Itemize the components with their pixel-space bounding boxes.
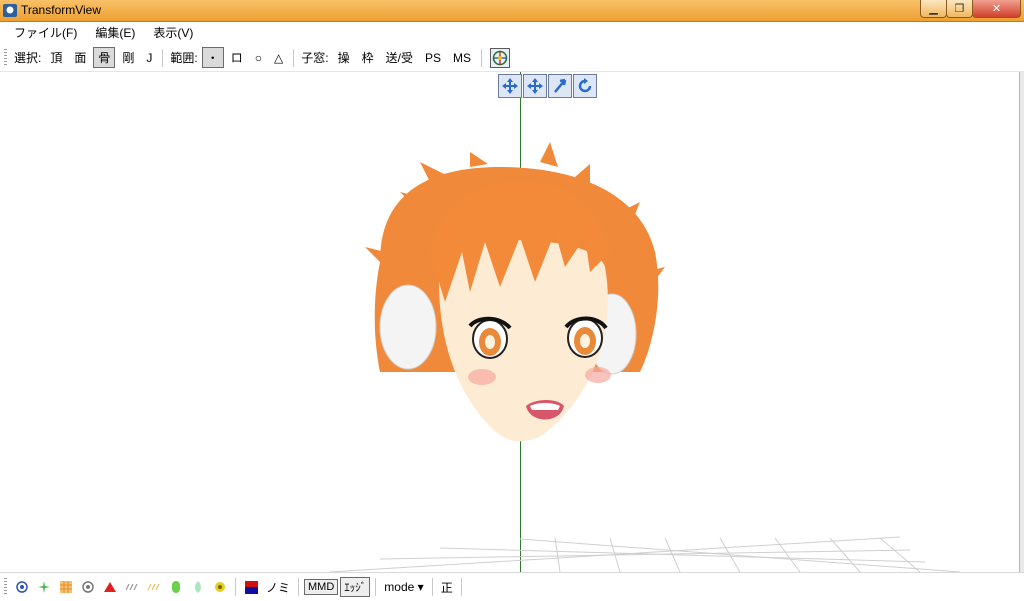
light-display-button[interactable] xyxy=(146,579,162,595)
window-title: TransformView xyxy=(21,3,102,17)
bone-display-button[interactable] xyxy=(80,579,96,595)
toolbar-separator xyxy=(375,578,377,596)
minimize-button[interactable]: ▁ xyxy=(920,0,947,18)
select-face-button[interactable]: 面 xyxy=(69,47,91,68)
triangle-icon xyxy=(104,582,116,592)
rigid-display-button[interactable] xyxy=(168,579,184,595)
range-circle-button[interactable]: ○ xyxy=(250,49,267,67)
toolbar-grip[interactable] xyxy=(4,48,7,67)
correct-button[interactable]: 正 xyxy=(441,579,453,596)
character-head-model xyxy=(365,142,665,442)
select-label: 選択: xyxy=(14,51,42,65)
menu-file[interactable]: ファイル(F) xyxy=(14,24,77,41)
menu-view[interactable]: 表示(V) xyxy=(153,24,193,41)
range-point-button[interactable]: ・ xyxy=(201,47,224,68)
app-icon xyxy=(3,4,17,17)
capsule-icon xyxy=(172,581,180,593)
select-joint-button[interactable]: J xyxy=(141,49,157,67)
toolbar-separator xyxy=(460,578,462,596)
select-bone-button[interactable]: 骨 xyxy=(93,47,116,68)
viewport-right-border xyxy=(1019,72,1024,572)
no-display-label[interactable]: ノミ xyxy=(266,579,290,596)
chevron-down-icon: ▾ xyxy=(417,580,424,594)
child-operate-button[interactable]: 操 xyxy=(333,47,355,68)
child-window-label: 子窓: xyxy=(301,51,329,65)
toolbar-separator xyxy=(481,48,482,67)
mode-label: mode xyxy=(384,580,415,594)
main-toolbar: 選択: 頂 面 骨 剛 J 範囲: ・ ロ ○ △ 子窓: 操 枠 送/受 PS… xyxy=(0,44,1024,72)
toolbar-separator xyxy=(293,48,295,67)
range-triangle-button[interactable]: △ xyxy=(269,49,288,67)
color-swatch-button[interactable] xyxy=(243,579,259,595)
leaf-icon xyxy=(195,581,201,593)
color-swatch-icon xyxy=(244,580,258,594)
child-send-receive-button[interactable]: 送/受 xyxy=(381,47,418,68)
vertex-display-button[interactable] xyxy=(14,579,30,595)
morph-display-button[interactable] xyxy=(212,579,228,595)
mesh-display-button[interactable] xyxy=(58,579,74,595)
3d-viewport[interactable] xyxy=(0,72,1019,572)
joint-display-button[interactable] xyxy=(190,579,206,595)
edge-mode-button[interactable]: ｴｯｼﾞ xyxy=(340,577,371,597)
bottom-toolbar: ノミ MMD ｴｯｼﾞ mode ▾ 正 xyxy=(0,572,1024,601)
menu-bar: ファイル(F) 編集(E) 表示(V) xyxy=(0,22,1024,43)
rays-icon xyxy=(147,583,160,591)
child-ps-button[interactable]: PS xyxy=(420,49,446,67)
lines-icon xyxy=(125,583,138,591)
toolbar-separator xyxy=(235,578,236,596)
close-button[interactable]: ✕ xyxy=(972,0,1021,18)
toolbar-grip[interactable] xyxy=(4,578,7,596)
menu-edit[interactable]: 編集(E) xyxy=(95,24,135,41)
globe-view-button[interactable] xyxy=(490,47,510,68)
maximize-button[interactable]: ❐ xyxy=(946,0,973,18)
toolbar-separator xyxy=(162,48,164,67)
title-bar: TransformView ▁ ❐ ✕ xyxy=(0,0,1024,22)
burst-icon xyxy=(38,581,50,593)
face-display-button[interactable] xyxy=(102,579,118,595)
normal-display-button[interactable] xyxy=(124,579,140,595)
mesh-icon xyxy=(60,581,72,593)
mode-dropdown[interactable]: mode ▾ xyxy=(384,580,423,594)
range-rect-button[interactable]: ロ xyxy=(226,47,248,68)
toolbar-separator xyxy=(298,578,300,596)
select-vertex-button[interactable]: 頂 xyxy=(45,47,67,68)
flower-icon xyxy=(215,582,225,592)
select-rigid-button[interactable]: 剛 xyxy=(117,47,139,68)
mmd-mode-button[interactable]: MMD xyxy=(304,579,339,595)
child-frame-button[interactable]: 枠 xyxy=(357,47,379,68)
target-icon xyxy=(16,581,28,593)
child-ms-button[interactable]: MS xyxy=(448,49,476,67)
range-label: 範囲: xyxy=(170,51,198,65)
globe-icon xyxy=(492,50,508,65)
wire-display-button[interactable] xyxy=(36,579,52,595)
ring-icon xyxy=(82,581,94,593)
toolbar-separator xyxy=(431,578,433,596)
